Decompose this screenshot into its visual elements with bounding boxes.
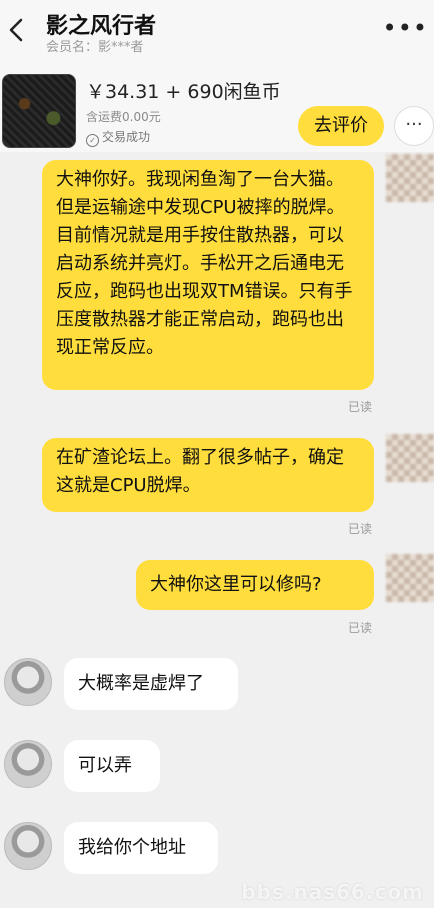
back-arrow-icon[interactable]: [6, 16, 26, 44]
product-more-button[interactable]: ···: [394, 106, 434, 146]
more-options-icon[interactable]: •••: [383, 16, 428, 40]
my-avatar[interactable]: [386, 154, 434, 202]
seller-avatar[interactable]: [4, 658, 52, 706]
seller-avatar[interactable]: [4, 740, 52, 788]
my-avatar[interactable]: [386, 434, 434, 482]
read-status: 已读: [347, 400, 372, 414]
message-bubble: 可以弄: [64, 740, 160, 792]
read-status: 已读: [347, 621, 372, 635]
product-thumbnail[interactable]: [2, 74, 76, 148]
my-avatar[interactable]: [386, 554, 434, 602]
member-name: 会员名：影***者: [46, 40, 144, 55]
message-bubble: 我给你个地址: [64, 822, 218, 874]
product-price: ￥34.31 + 690闲鱼币: [86, 81, 281, 103]
message-bubble: 大神你好。我现闲鱼淘了一台大猫。但是运输途中发现CPU被摔的脱焊。目前情况就是用…: [42, 160, 374, 390]
message-bubble: 大神你这里可以修吗?: [136, 560, 374, 610]
read-status: 已读: [347, 522, 372, 536]
check-circle-icon: ✓: [86, 134, 99, 147]
message-bubble: 大概率是虚焊了: [64, 658, 238, 710]
trade-status-label: 交易成功: [102, 130, 151, 144]
watermark: bbs.nas66.com: [241, 880, 424, 904]
review-button[interactable]: 去评价: [298, 106, 384, 146]
shipping-info: 含运费0.00元: [86, 110, 161, 124]
trade-status: ✓ 交易成功: [86, 128, 150, 147]
chat-header: 影之风行者 会员名：影***者 •••: [0, 0, 434, 64]
seller-avatar[interactable]: [4, 822, 52, 870]
message-bubble: 在矿渣论坛上。翻了很多帖子，确定这就是CPU脱焊。: [42, 438, 374, 512]
